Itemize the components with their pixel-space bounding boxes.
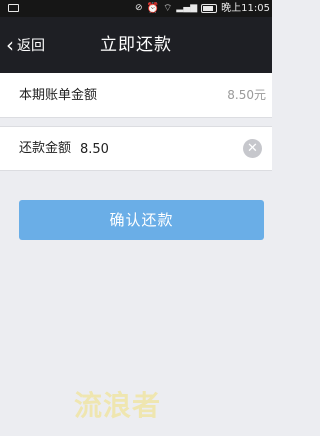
battery-icon [201, 4, 218, 13]
alarm-icon: ⏰ [146, 3, 159, 14]
clear-icon[interactable]: ✕ [243, 139, 262, 158]
confirm-repayment-button[interactable]: 确认还款 [19, 200, 264, 240]
bill-amount-value: 8.50元 [227, 88, 266, 102]
payment-amount-input[interactable] [80, 137, 230, 161]
bill-amount-label: 本期账单金额 [19, 88, 98, 103]
no-signal-icon: ⊘ [135, 3, 143, 13]
status-icons: ⊘ ⏰ ⌔ ▂▄▆ 晚上11:05 [135, 0, 270, 17]
wifi-icon: ⌔ [163, 3, 173, 14]
notification-icon [8, 4, 19, 12]
nav-bar: ‹ 返回 立即还款 [0, 17, 272, 73]
payment-amount-label: 还款金额 [19, 141, 72, 156]
watermark-text: 流浪者 [74, 389, 162, 422]
status-bar: ⊘ ⏰ ⌔ ▂▄▆ 晚上11:05 [0, 0, 272, 17]
signal-icon: ▂▄▆ [176, 3, 198, 13]
bill-amount-row: 本期账单金额 8.50元 [0, 73, 272, 118]
page-title: 立即还款 [100, 35, 172, 55]
payment-amount-row: 还款金额 ✕ [0, 126, 272, 171]
status-time: 晚上11:05 [221, 3, 270, 14]
